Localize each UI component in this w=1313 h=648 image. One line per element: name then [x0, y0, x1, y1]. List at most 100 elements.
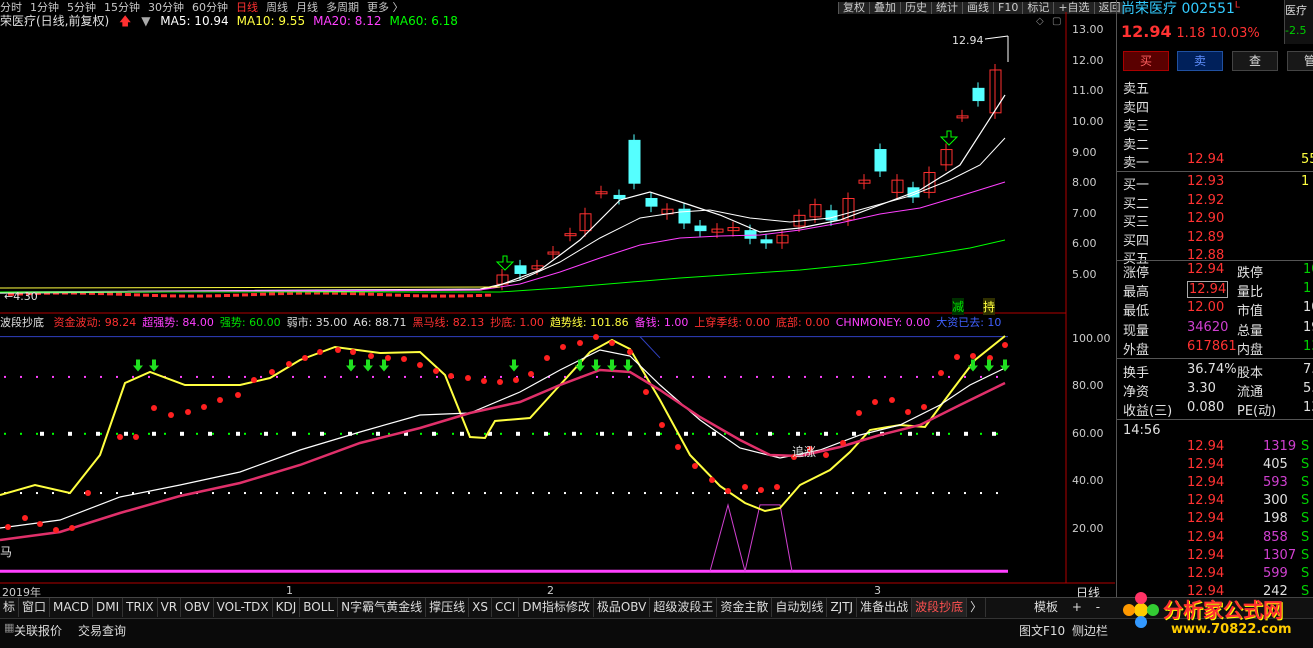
indicator-tab[interactable]: BOLL	[300, 598, 339, 617]
ref-dot	[676, 492, 678, 495]
ref-dot	[484, 375, 486, 378]
ref-dot	[916, 432, 918, 435]
stat-label: 净资	[1123, 385, 1150, 401]
indicator-tab[interactable]: OBV	[181, 598, 214, 617]
signal-dot	[1002, 342, 1008, 348]
price-chart[interactable]	[0, 0, 1115, 597]
ref-dot	[404, 375, 406, 378]
tick-price: 12.94	[1187, 511, 1225, 527]
bid-price[interactable]: 12.92	[1187, 193, 1224, 208]
sidebar-button[interactable]: 侧边栏	[1072, 622, 1108, 639]
tick-volume: 198	[1263, 511, 1288, 527]
signal-dot	[302, 355, 308, 361]
indicator-tab[interactable]: 极品OBV	[594, 598, 651, 617]
ref-dot	[884, 375, 886, 378]
indicator-tab[interactable]: XS	[469, 598, 492, 617]
indicator-tab[interactable]: 波段抄底	[912, 598, 968, 617]
ref-dot	[564, 492, 566, 495]
tick-side: S	[1301, 493, 1310, 509]
sell-button[interactable]: 卖	[1177, 51, 1223, 71]
indicator-tab[interactable]: VR	[158, 598, 182, 617]
indicator-name: 波段抄底	[0, 316, 44, 329]
query-button[interactable]: 查	[1232, 51, 1278, 71]
manage-button[interactable]: 管	[1287, 51, 1313, 71]
signal-dot	[433, 368, 439, 374]
bid-price[interactable]: 12.89	[1187, 230, 1224, 245]
tick-side: S	[1301, 439, 1310, 454]
ref-dot	[244, 432, 246, 435]
candle	[449, 294, 455, 298]
tick-price: 12.94	[1187, 565, 1225, 581]
indicator-tab[interactable]: 准备出战	[857, 598, 913, 617]
stats-divider	[1117, 358, 1313, 359]
signal-dot	[5, 524, 11, 530]
ask-price[interactable]: 12.94	[1187, 152, 1224, 167]
indicator-tab[interactable]: 自动划线	[772, 598, 828, 617]
ref-dot	[420, 375, 422, 378]
candle	[152, 293, 158, 297]
template-button[interactable]: 模板	[1034, 600, 1058, 614]
ref-dot	[996, 375, 998, 378]
ref-dot	[708, 492, 710, 495]
close-icon[interactable]: ▢	[1052, 16, 1061, 27]
ref-square	[992, 431, 996, 436]
indicator-tab[interactable]: DMI	[93, 598, 124, 617]
ref-square	[152, 431, 156, 436]
candle	[440, 294, 446, 298]
ref-dot	[900, 492, 902, 495]
ref-dot	[212, 432, 214, 435]
ref-dot	[612, 492, 614, 495]
ref-dot	[596, 492, 598, 495]
ref-dot	[772, 375, 774, 378]
stat-label: 量比	[1237, 285, 1264, 301]
candle	[242, 293, 248, 297]
indicator-tab[interactable]: 超级波段王	[650, 598, 718, 617]
grid-icon[interactable]: ▦	[4, 621, 14, 634]
price-tick: 12.00	[1072, 53, 1104, 67]
indicator-tab[interactable]: CCI	[492, 598, 520, 617]
signal-dot	[481, 378, 487, 384]
expand-icon[interactable]: ◇	[1036, 16, 1044, 27]
indicator-tab[interactable]: 资金主散	[717, 598, 773, 617]
signal-dot	[37, 521, 43, 527]
remove-tab-button[interactable]: -	[1096, 600, 1100, 614]
buy-button[interactable]: 买	[1123, 51, 1169, 71]
indicator-tab[interactable]: 标	[0, 598, 20, 617]
candle	[350, 292, 356, 296]
ref-dot	[4, 375, 6, 378]
related-quote-button[interactable]: 关联报价	[14, 622, 62, 639]
candle	[874, 149, 887, 172]
ref-dot	[324, 432, 326, 435]
price-tick: 8.00	[1072, 176, 1097, 190]
ref-dot	[644, 492, 646, 495]
indicator-tab[interactable]: VOL-TDX	[214, 598, 273, 617]
ref-dot	[452, 492, 454, 495]
watermark-url: www.70822.com	[1171, 622, 1292, 637]
ref-dot	[52, 492, 54, 495]
ref-dot	[980, 432, 982, 435]
candle	[224, 294, 230, 298]
ref-dot	[404, 492, 406, 495]
ref-dot	[388, 492, 390, 495]
ref-dot	[340, 432, 342, 435]
indicator-tab[interactable]: KDJ	[273, 598, 301, 617]
bid-price[interactable]: 12.93	[1187, 174, 1224, 189]
signal-dot	[350, 349, 356, 355]
indicator-tab[interactable]: TRIX	[123, 598, 158, 617]
ask-volume: 55	[1301, 152, 1313, 168]
f10-button[interactable]: 图文F10	[1019, 622, 1065, 639]
ref-dot	[900, 375, 902, 378]
indicator-tab[interactable]: ZJTJ	[827, 598, 858, 617]
indicator-tab[interactable]: 〉	[967, 598, 987, 617]
indicator-tab[interactable]: 窗口	[19, 598, 51, 617]
bid-price[interactable]: 12.90	[1187, 211, 1224, 226]
indicator-tab[interactable]: 撑压线	[426, 598, 470, 617]
indicator-tab[interactable]: MACD	[50, 598, 94, 617]
signal-dot	[133, 434, 139, 440]
signal-dot	[448, 373, 454, 379]
indicator-tab[interactable]: DM指标修改	[519, 598, 594, 617]
trade-query-button[interactable]: 交易查询	[78, 622, 126, 639]
indicator-tab[interactable]: N字霸气黄金线	[338, 598, 427, 617]
add-tab-button[interactable]: +	[1072, 600, 1082, 614]
sector-box[interactable]: 医疗 -2.5	[1284, 0, 1313, 44]
